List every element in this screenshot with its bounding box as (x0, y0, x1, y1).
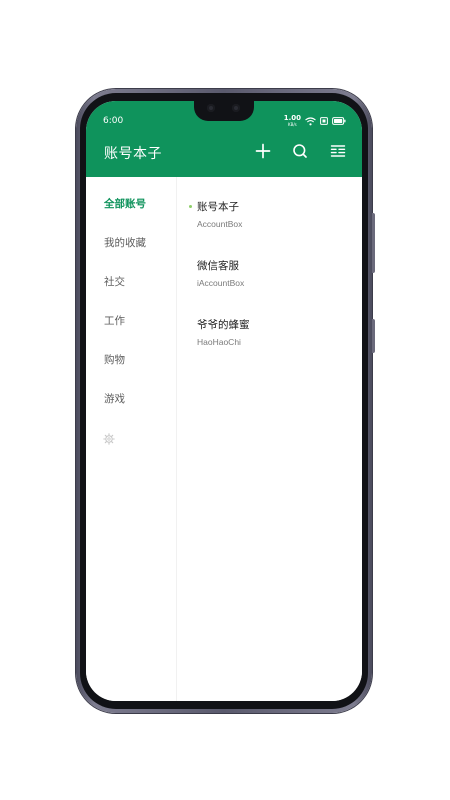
front-camera-icon (207, 104, 215, 112)
account-item[interactable]: 账号本子 AccountBox (177, 196, 362, 244)
network-speed-value: 1.00 (283, 114, 301, 122)
network-speed: 1.00 KB/s (283, 114, 301, 128)
category-sidebar: 全部账号 我的收藏 社交 工作 购物 游戏 (86, 177, 177, 701)
front-sensor-icon (232, 104, 240, 112)
account-name: 爷爷的蜂蜜 (197, 319, 250, 331)
camera-notch (194, 101, 254, 121)
menu-button[interactable] (328, 141, 348, 161)
account-item[interactable]: 爷爷的蜂蜜 HaoHaoChi (177, 314, 362, 362)
gear-icon[interactable] (103, 433, 115, 445)
stage: 6:00 1.00 KB/s 账号本子 全部账号 我的收藏 社交 工作 购物 游… (0, 0, 450, 800)
content-area: 全部账号 我的收藏 社交 工作 购物 游戏 账号本子 AccountBox 微信… (86, 177, 362, 701)
volume-button (372, 213, 375, 273)
sim-icon (320, 117, 328, 125)
search-button[interactable] (290, 141, 310, 161)
account-username: HaoHaoChi (197, 337, 241, 347)
account-list: 账号本子 AccountBox 微信客服 iAccountBox 爷爷的蜂蜜 H… (177, 177, 362, 701)
account-item[interactable]: 微信客服 iAccountBox (177, 255, 362, 303)
category-all-accounts[interactable]: 全部账号 (104, 196, 146, 211)
account-username: iAccountBox (197, 278, 245, 288)
account-name: 微信客服 (197, 260, 239, 272)
power-button (372, 319, 375, 353)
search-icon (293, 144, 307, 158)
phone-frame: 6:00 1.00 KB/s 账号本子 全部账号 我的收藏 社交 工作 购物 游… (76, 89, 375, 713)
status-icons: 1.00 KB/s (284, 115, 346, 127)
category-favorites[interactable]: 我的收藏 (104, 235, 146, 250)
phone-screen: 6:00 1.00 KB/s 账号本子 全部账号 我的收藏 社交 工作 购物 游… (86, 101, 362, 701)
network-speed-unit: KB/s (287, 122, 297, 127)
account-name: 账号本子 (197, 201, 239, 213)
category-work[interactable]: 工作 (104, 313, 125, 328)
selected-dot (189, 205, 192, 208)
account-username: AccountBox (197, 219, 243, 229)
status-time: 6:00 (103, 116, 124, 126)
battery-icon (332, 117, 346, 125)
category-social[interactable]: 社交 (104, 274, 125, 289)
add-icon (255, 143, 271, 159)
category-games[interactable]: 游戏 (104, 391, 125, 406)
app-title: 账号本子 (104, 146, 162, 162)
menu-icon (330, 145, 346, 157)
add-account-button[interactable] (253, 141, 273, 161)
category-shopping[interactable]: 购物 (104, 352, 125, 367)
wifi-icon (305, 116, 316, 125)
